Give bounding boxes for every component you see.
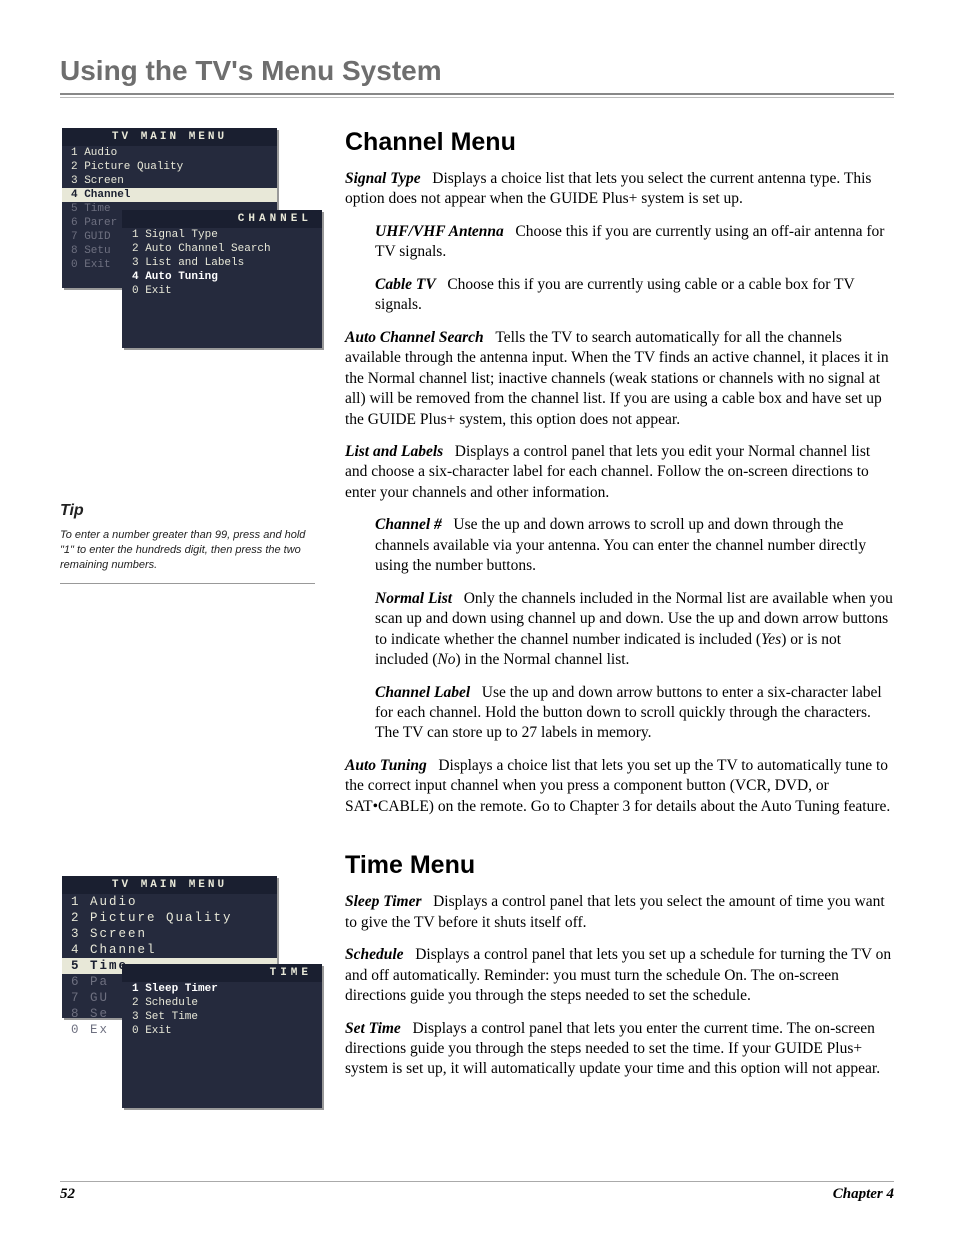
- osd2-header: TV MAIN MENU: [62, 876, 277, 894]
- p-auto-search: Auto Channel Search Tells the TV to sear…: [345, 328, 894, 430]
- page-number: 52: [60, 1186, 75, 1203]
- term-uhf: UHF/VHF Antenna: [375, 223, 504, 240]
- osd1-sub-header: CHANNEL: [122, 210, 322, 228]
- heading-time-menu: Time Menu: [345, 851, 894, 880]
- body-normal-list-3: ) in the Normal channel list.: [456, 651, 630, 668]
- osd-row: 1 Audio: [62, 146, 277, 160]
- term-auto-tuning: Auto Tuning: [345, 757, 427, 774]
- osd-row: 2 Picture Quality: [62, 160, 277, 174]
- term-signal-type: Signal Type: [345, 170, 421, 187]
- osd-row: 1 Audio: [62, 894, 277, 910]
- p-set-time: Set Time Displays a control panel that l…: [345, 1019, 894, 1080]
- osd-row: 1 Signal Type: [122, 228, 322, 242]
- body-schedule: Displays a control panel that lets you s…: [345, 946, 891, 1004]
- p-sleep-timer: Sleep Timer Displays a control panel tha…: [345, 892, 894, 933]
- footer: 52 Chapter 4: [60, 1181, 894, 1203]
- osd-row: 2 Schedule: [122, 996, 322, 1010]
- osd1-sub-rows: 1 Signal Type2 Auto Channel Search3 List…: [122, 228, 322, 298]
- osd-row: 4 Channel: [62, 188, 277, 202]
- osd-row: 3 List and Labels: [122, 256, 322, 270]
- osd-row: 2 Picture Quality: [62, 910, 277, 926]
- term-schedule: Schedule: [345, 946, 404, 963]
- p-channel-num: Channel # Use the up and down arrows to …: [345, 515, 894, 576]
- chapter-label: Chapter 4: [833, 1186, 894, 1203]
- p-list-labels: List and Labels Displays a control panel…: [345, 442, 894, 503]
- term-sleep-timer: Sleep Timer: [345, 893, 421, 910]
- p-uhf: UHF/VHF Antenna Choose this if you are c…: [345, 222, 894, 263]
- body-channel-num: Use the up and down arrows to scroll up …: [375, 516, 866, 574]
- tip-body: To enter a number greater than 99, press…: [60, 528, 317, 573]
- body-sleep-timer: Displays a control panel that lets you s…: [345, 893, 885, 930]
- heading-channel-menu: Channel Menu: [345, 128, 894, 157]
- page-title: Using the TV's Menu System: [60, 55, 894, 87]
- body-auto-tuning: Displays a choice list that lets you set…: [345, 757, 890, 815]
- term-channel-num: Channel #: [375, 516, 442, 533]
- p-signal-type: Signal Type Displays a choice list that …: [345, 169, 894, 210]
- term-list-labels: List and Labels: [345, 443, 443, 460]
- p-schedule: Schedule Displays a control panel that l…: [345, 945, 894, 1006]
- tip-heading: Tip: [60, 502, 317, 520]
- osd-row: 3 Screen: [62, 926, 277, 942]
- body-cable: Choose this if you are currently using c…: [375, 276, 854, 313]
- osd-row: 0 Exit: [122, 1024, 322, 1038]
- yes-italic: Yes: [761, 631, 781, 648]
- rule-1: [60, 93, 894, 95]
- osd-row: 0 Exit: [122, 284, 322, 298]
- p-channel-label: Channel Label Use the up and down arrow …: [345, 683, 894, 744]
- body-signal-type: Displays a choice list that lets you sel…: [345, 170, 871, 207]
- osd-row: 4 Auto Tuning: [122, 270, 322, 284]
- no-italic: No: [437, 651, 455, 668]
- p-normal-list: Normal List Only the channels included i…: [345, 589, 894, 671]
- term-cable: Cable TV: [375, 276, 436, 293]
- osd2-sub-header: TIME: [122, 964, 322, 982]
- p-cable: Cable TV Choose this if you are currentl…: [345, 275, 894, 316]
- tip-rule: [60, 583, 315, 584]
- term-set-time: Set Time: [345, 1020, 401, 1037]
- term-normal-list: Normal List: [375, 590, 452, 607]
- term-channel-label: Channel Label: [375, 684, 470, 701]
- osd1-header: TV MAIN MENU: [62, 128, 277, 146]
- osd2-sub-rows: 1 Sleep Timer2 Schedule3 Set Time0 Exit: [122, 982, 322, 1038]
- osd-row: 3 Screen: [62, 174, 277, 188]
- term-auto-search: Auto Channel Search: [345, 329, 484, 346]
- osd-row: 2 Auto Channel Search: [122, 242, 322, 256]
- tip-block: Tip To enter a number greater than 99, p…: [60, 502, 345, 584]
- osd-row: 3 Set Time: [122, 1010, 322, 1024]
- body-set-time: Displays a control panel that lets you e…: [345, 1020, 880, 1078]
- p-auto-tuning: Auto Tuning Displays a choice list that …: [345, 756, 894, 817]
- rule-2: [60, 97, 894, 98]
- osd-row: 1 Sleep Timer: [122, 982, 322, 996]
- osd-row: 4 Channel: [62, 942, 277, 958]
